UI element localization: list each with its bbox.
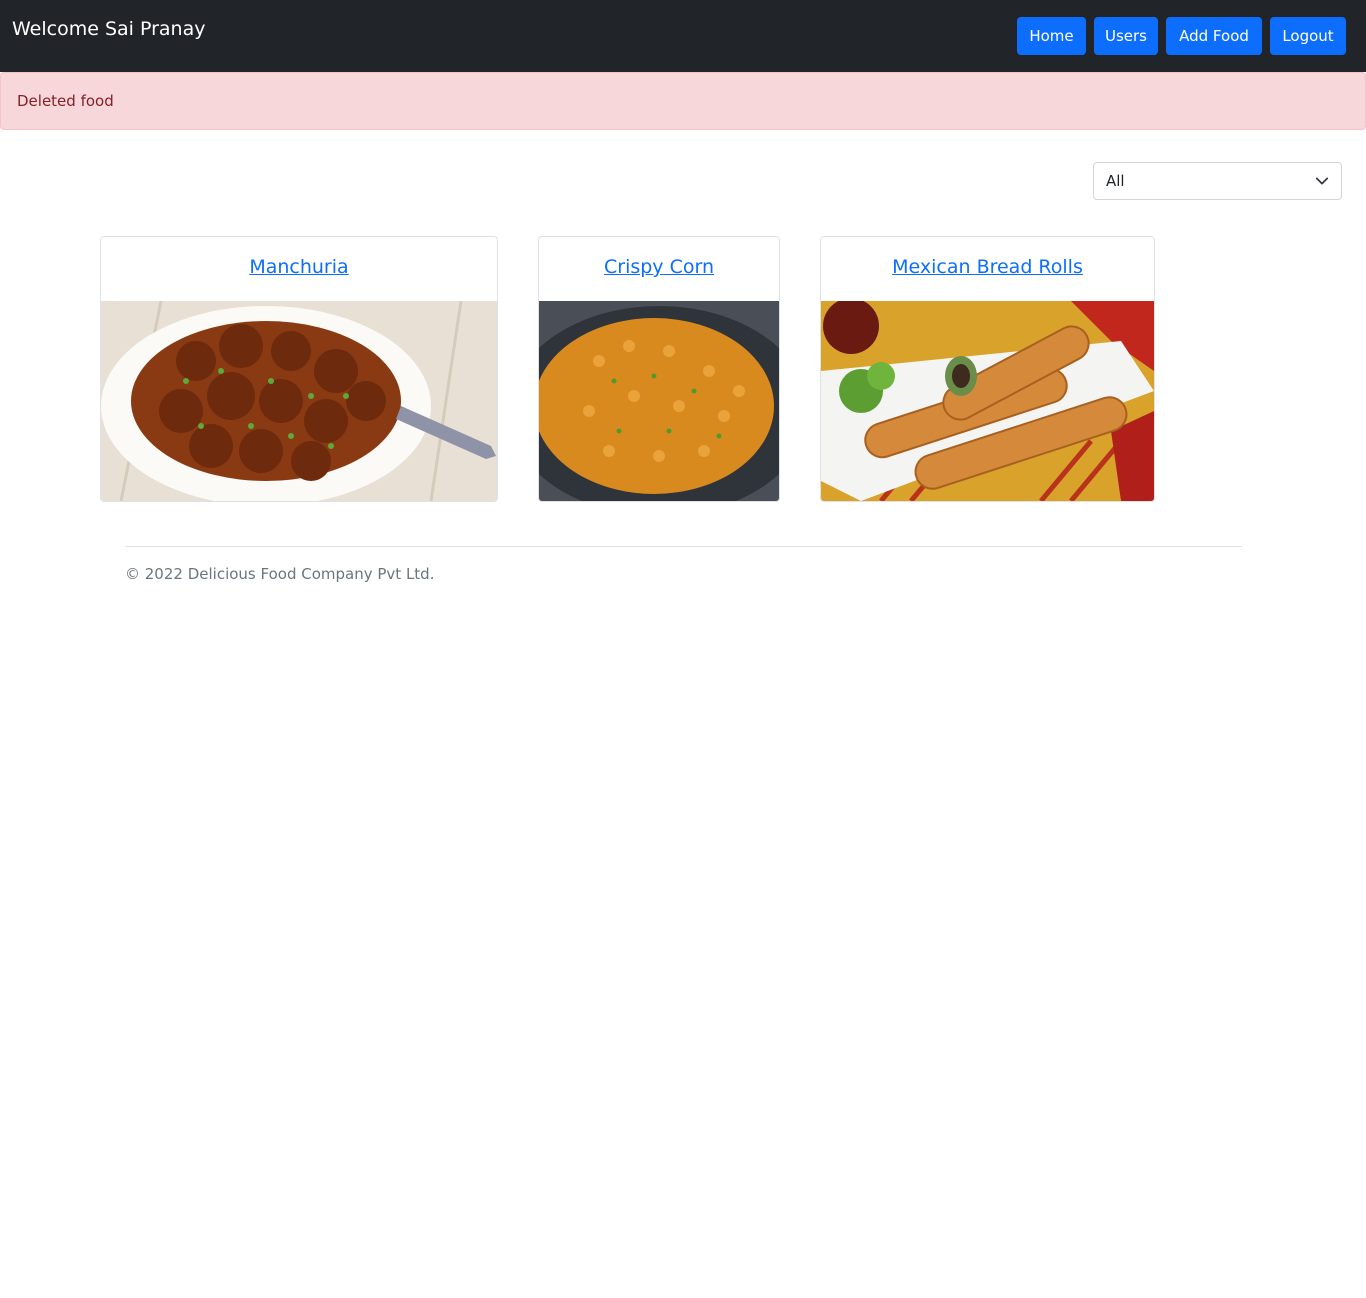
users-button[interactable]: Users — [1094, 17, 1158, 55]
mexican-bread-rolls-image — [821, 301, 1154, 501]
food-link-mexican-bread-rolls[interactable]: Mexican Bread Rolls — [892, 256, 1083, 278]
welcome-brand: Welcome Sai Pranay — [12, 18, 206, 40]
deleted-alert: Deleted food — [0, 72, 1366, 130]
category-filter-select[interactable]: All — [1093, 162, 1342, 200]
add-food-button[interactable]: Add Food — [1166, 17, 1262, 55]
footer-copyright: © 2022 Delicious Food Company Pvt Ltd. — [125, 565, 435, 583]
food-card-mexican-bread-rolls: Mexican Bread Rolls — [820, 236, 1155, 502]
food-link-manchuria[interactable]: Manchuria — [249, 256, 348, 278]
food-link-crispy-corn[interactable]: Crispy Corn — [604, 256, 714, 278]
crispy-corn-image — [539, 301, 779, 501]
food-card-crispy-corn: Crispy Corn — [538, 236, 780, 502]
home-button[interactable]: Home — [1017, 17, 1086, 55]
logout-button[interactable]: Logout — [1270, 17, 1346, 55]
food-card-manchuria: Manchuria — [100, 236, 498, 502]
footer-divider — [125, 546, 1242, 547]
chevron-down-icon — [1315, 174, 1329, 188]
filter-selected-value: All — [1106, 172, 1125, 190]
top-navbar: Welcome Sai Pranay Home Users Add Food L… — [0, 0, 1366, 72]
manchuria-image — [101, 301, 497, 501]
alert-message: Deleted food — [17, 92, 114, 110]
